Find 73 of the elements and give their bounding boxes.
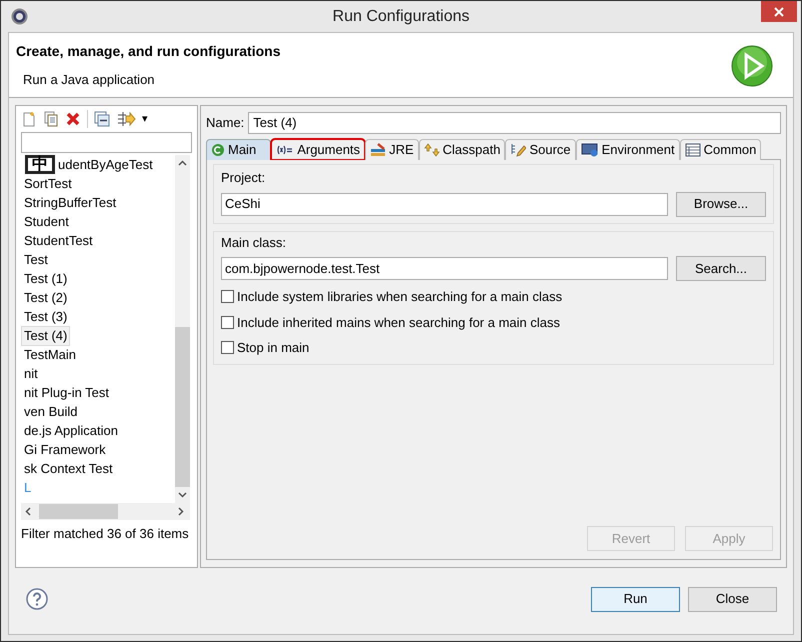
tab[interactable]: Source: [505, 139, 576, 160]
tab[interactable]: Common: [680, 139, 762, 160]
scroll-thumb[interactable]: [39, 504, 118, 519]
tab[interactable]: JRE: [365, 139, 419, 160]
tree-item[interactable]: Student: [21, 212, 72, 232]
window-title: Run Configurations: [332, 6, 470, 26]
scroll-left-icon[interactable]: [25, 507, 31, 516]
tree-item[interactable]: udentByAgeTest: [55, 155, 156, 174]
tree-item[interactable]: nit: [21, 364, 41, 384]
scroll-thumb[interactable]: [175, 327, 190, 487]
arrows-icon: [424, 143, 440, 157]
tab[interactable]: Environment: [576, 139, 680, 160]
tree-item[interactable]: nit Plug-in Test: [21, 382, 112, 402]
filter-icon[interactable]: [116, 111, 136, 127]
name-label: Name:: [206, 114, 244, 132]
tree-item[interactable]: Test (4): [21, 326, 70, 346]
tree-item[interactable]: Test (1): [21, 268, 70, 288]
scroll-down-icon[interactable]: [178, 492, 187, 498]
tab[interactable]: Arguments: [271, 139, 366, 160]
books-icon: [370, 143, 386, 157]
close-dialog-button[interactable]: Close: [688, 586, 777, 612]
tree-item[interactable]: Test (3): [21, 306, 70, 326]
help-icon[interactable]: [26, 588, 48, 610]
tab[interactable]: Main: [206, 139, 272, 160]
close-icon: [774, 6, 784, 16]
filter-field[interactable]: [21, 132, 192, 153]
vertical-scrollbar[interactable]: [175, 155, 190, 503]
tree-item[interactable]: Test (2): [21, 288, 70, 308]
table-icon: [684, 143, 701, 157]
name-field[interactable]: Test (4): [248, 112, 781, 134]
tree-item[interactable]: StringBufferTest: [21, 192, 120, 212]
close-button[interactable]: [761, 1, 797, 22]
project-field[interactable]: CeShi: [221, 192, 668, 216]
collapse-icon[interactable]: [94, 111, 110, 127]
tree-item[interactable]: Test: [21, 250, 51, 270]
horizontal-scrollbar[interactable]: [21, 503, 190, 520]
checkbox[interactable]: [221, 341, 234, 354]
tree-item[interactable]: de.js Application: [21, 420, 121, 440]
new-file-icon[interactable]: [21, 111, 37, 127]
circle-icon: [211, 143, 225, 157]
tree-item[interactable]: ven Build: [21, 402, 80, 422]
group-label: Main class:: [221, 234, 288, 252]
checkbox-label: Include inherited mains when searching for a main class: [237, 314, 560, 332]
monitor-icon: [580, 143, 599, 157]
header-subtitle: Run a Java application: [23, 71, 156, 89]
variable-icon: [276, 144, 294, 156]
group-label: Project:: [221, 169, 266, 187]
tab[interactable]: Classpath: [418, 139, 506, 160]
delete-icon[interactable]: [65, 111, 81, 127]
app-icon: [11, 8, 28, 25]
search-button[interactable]: Search...: [676, 256, 766, 281]
checkbox[interactable]: [221, 316, 234, 329]
checkbox-label: Stop in main: [237, 339, 310, 357]
browse-button[interactable]: Browse...: [676, 192, 766, 216]
tree-item[interactable]: Gi Framework: [21, 440, 109, 460]
tree-item[interactable]: L: [21, 478, 34, 498]
play-icon: [731, 45, 773, 87]
filter-status: Filter matched 36 of 36 items: [21, 525, 190, 543]
tree-item[interactable]: sk Context Test: [21, 458, 116, 478]
checkbox[interactable]: [221, 290, 234, 304]
outline-pencil-icon: [510, 143, 526, 157]
main-class-field[interactable]: com.bjpowernode.test.Test: [221, 257, 668, 280]
tree-item[interactable]: StudentTest: [21, 230, 96, 250]
copy-icon[interactable]: [43, 111, 59, 127]
run-button[interactable]: Run: [591, 586, 680, 612]
tree-item[interactable]: SortTest: [21, 174, 75, 194]
scroll-right-icon[interactable]: [178, 507, 184, 516]
tree-item[interactable]: TestMain: [21, 344, 80, 364]
ime-indicator: 中: [25, 155, 55, 174]
checkbox-label: Include system libraries when searching for a main class: [237, 288, 562, 306]
scroll-up-icon[interactable]: [178, 160, 187, 166]
header-title: Create, manage, and run configurations: [16, 42, 280, 61]
dropdown-menu[interactable]: ▾: [142, 114, 148, 124]
